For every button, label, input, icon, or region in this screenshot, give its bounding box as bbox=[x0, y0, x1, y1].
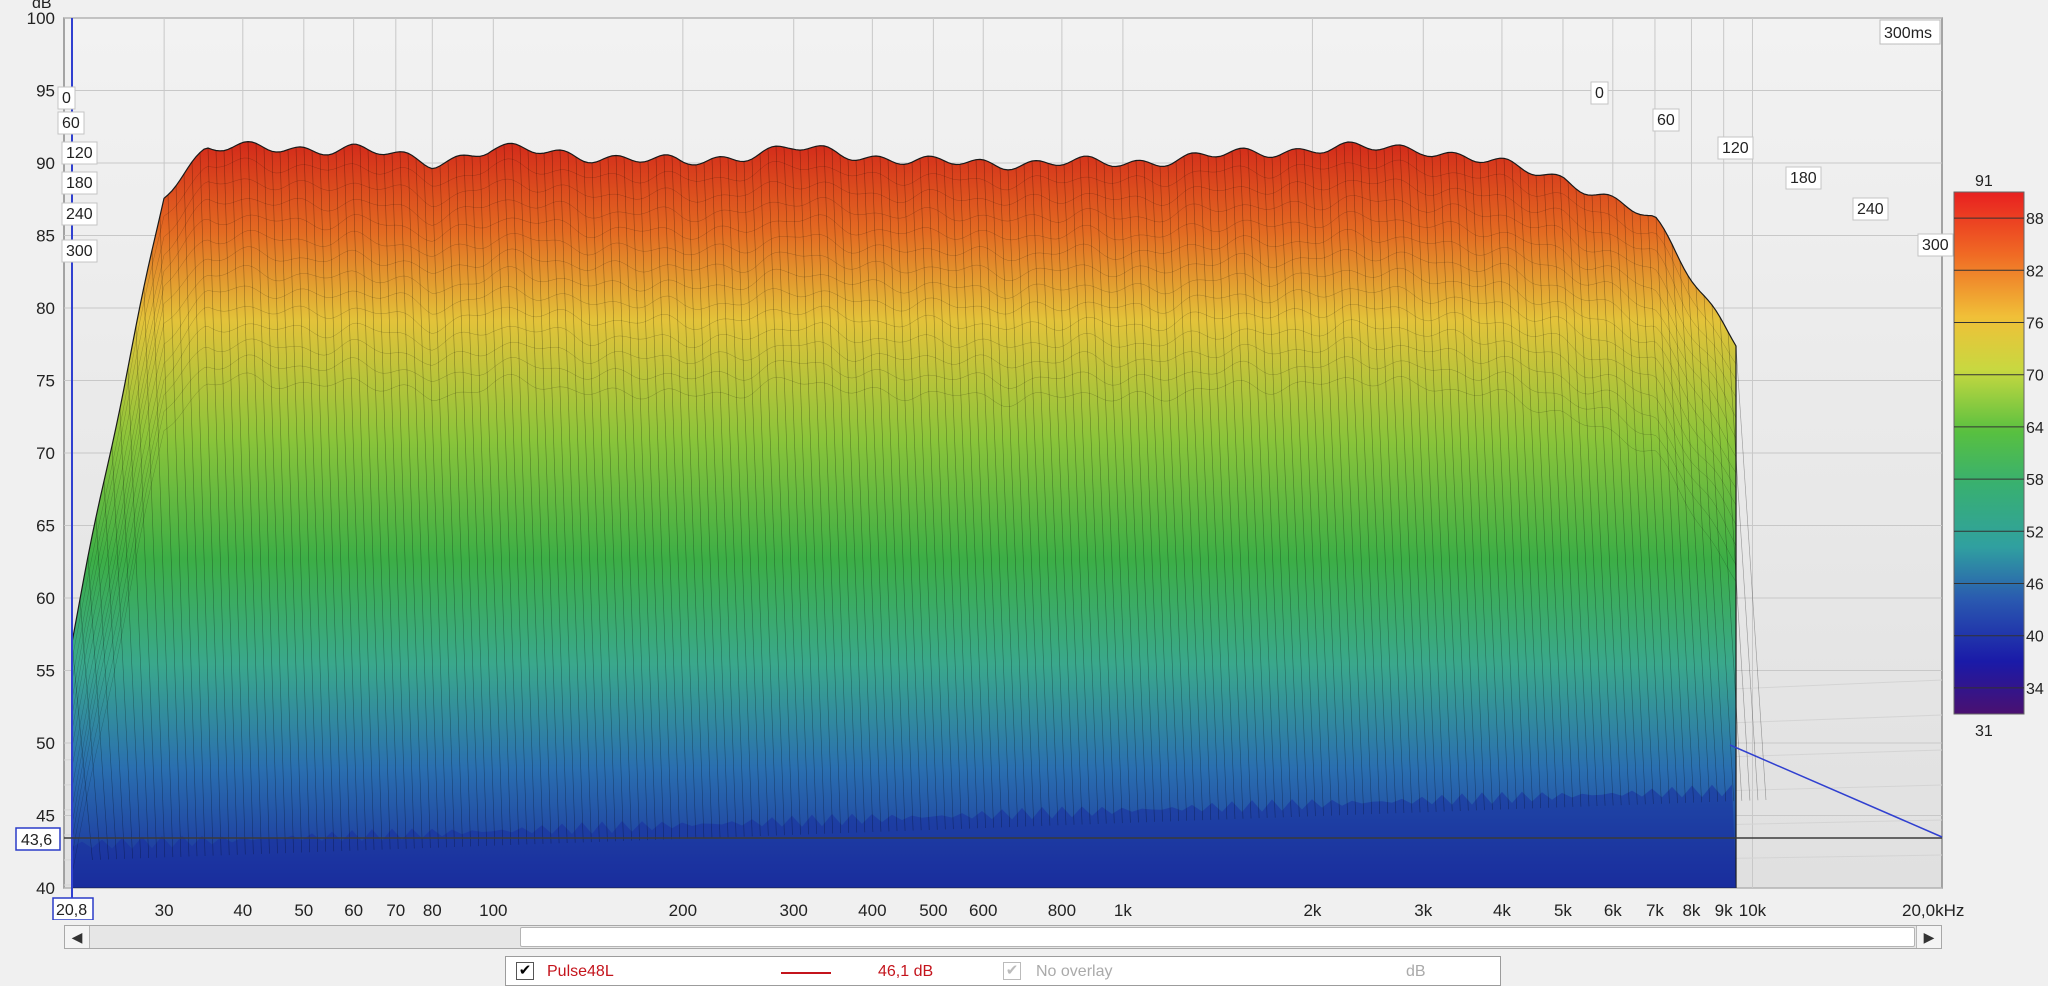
y-unit-label: dB bbox=[32, 0, 52, 12]
x-tick-label: 400 bbox=[858, 901, 886, 920]
x-tick-label: 70 bbox=[386, 901, 405, 920]
x-tick-label: 60 bbox=[344, 901, 363, 920]
x-tick-label: 100 bbox=[479, 901, 507, 920]
colorbar-tick-label: 52 bbox=[2026, 524, 2044, 541]
overlay-checkbox[interactable]: ✔ bbox=[1003, 962, 1021, 980]
overlay-label: No overlay bbox=[1036, 963, 1113, 980]
colorbar-tick-label: 70 bbox=[2026, 368, 2044, 385]
y-tick-label: 75 bbox=[36, 372, 55, 391]
scroll-right-arrow[interactable]: ▶ bbox=[1916, 926, 1941, 948]
time-front-tick-label: 120 bbox=[66, 145, 93, 162]
x-tick-label: 800 bbox=[1048, 901, 1076, 920]
time-front-tick-label: 300 bbox=[66, 243, 93, 260]
trace-color-line bbox=[781, 972, 831, 974]
x-tick-label: 30 bbox=[155, 901, 174, 920]
surface-fill bbox=[71, 140, 1737, 888]
x-tick-label: 10k bbox=[1739, 901, 1767, 920]
x-tick-label: 8k bbox=[1682, 901, 1700, 920]
time-corner-label: 300ms bbox=[1884, 25, 1932, 42]
y-tick-label: 70 bbox=[36, 444, 55, 463]
colorbar-tick-label: 88 bbox=[2026, 211, 2044, 228]
x-tick-label: 3k bbox=[1414, 901, 1432, 920]
trace-name[interactable]: Pulse48L bbox=[547, 963, 614, 981]
time-tick-label: 60 bbox=[1657, 112, 1675, 129]
scroll-left-arrow[interactable]: ◀ bbox=[65, 926, 90, 948]
colorbar-bottom-label: 31 bbox=[1975, 723, 1993, 740]
x-tick-label: 6k bbox=[1604, 901, 1622, 920]
time-front-tick-label: 180 bbox=[66, 175, 93, 192]
x-tick-label: 4k bbox=[1493, 901, 1511, 920]
x-tick-label: 50 bbox=[294, 901, 313, 920]
horizontal-scrollbar[interactable]: ◀ ▶ bbox=[64, 925, 1942, 949]
colorbar-tick-label: 58 bbox=[2026, 472, 2044, 489]
time-tick-label: 120 bbox=[1722, 140, 1749, 157]
cursor-value-label: 43,6 bbox=[21, 832, 52, 849]
time-front-tick-label: 0 bbox=[62, 90, 71, 107]
time-front-tick-label: 60 bbox=[62, 115, 80, 132]
colorbar-top-label: 91 bbox=[1975, 173, 1993, 190]
y-tick-label: 45 bbox=[36, 807, 55, 826]
overlay-unit: dB bbox=[1406, 963, 1426, 980]
y-tick-label: 50 bbox=[36, 734, 55, 753]
x-tick-label: 2k bbox=[1303, 901, 1321, 920]
time-tick-label: 240 bbox=[1857, 201, 1884, 218]
y-tick-label: 85 bbox=[36, 227, 55, 246]
x-tick-label: 300 bbox=[780, 901, 808, 920]
x-tick-label: 500 bbox=[919, 901, 947, 920]
colorbar-tick-label: 46 bbox=[2026, 577, 2044, 594]
x-tick-label: 200 bbox=[669, 901, 697, 920]
y-axis-labels: 404550556065707580859095100 bbox=[27, 9, 55, 898]
x-axis-labels: 30 40 50 60 70 80 100 200 300 400 500 600 800 1k 2k 3k 4… bbox=[155, 901, 1767, 920]
waterfall-plot[interactable]: 40 45 50 55 60 65 70 75 80 85 90 95 100 dB 30 40 50 60 7… bbox=[0, 0, 2048, 920]
x-tick-label: 5k bbox=[1554, 901, 1572, 920]
x-tick-label: 9k bbox=[1715, 901, 1733, 920]
y-tick-label: 60 bbox=[36, 589, 55, 608]
colorbar: 91 88 82 76 70 64 58 52 46 40 34 31 bbox=[1953, 173, 2044, 740]
y-tick-label: 65 bbox=[36, 517, 55, 536]
trace-legend-bar: ✔ Pulse48L 46,1 dB ✔ No overlay dB bbox=[505, 956, 1501, 986]
x-tick-label: 7k bbox=[1646, 901, 1664, 920]
y-tick-label: 40 bbox=[36, 879, 55, 898]
scrollbar-thumb[interactable] bbox=[520, 927, 1915, 947]
time-tick-label: 180 bbox=[1790, 170, 1817, 187]
waterfall-surface bbox=[71, 140, 1737, 888]
x-tick-label: 40 bbox=[233, 901, 252, 920]
x-tick-label: 80 bbox=[423, 901, 442, 920]
time-tick-label: 300 bbox=[1922, 237, 1949, 254]
y-tick-label: 55 bbox=[36, 662, 55, 681]
x-end-label: 20,0kHz bbox=[1902, 901, 1964, 920]
trace-visible-checkbox[interactable]: ✔ bbox=[516, 962, 534, 980]
y-tick-label: 80 bbox=[36, 299, 55, 318]
x-start-label: 20,8 bbox=[56, 902, 87, 919]
colorbar-tick-label: 34 bbox=[2026, 681, 2044, 698]
y-tick-label: 90 bbox=[36, 154, 55, 173]
x-tick-label: 600 bbox=[969, 901, 997, 920]
colorbar-tick-label: 40 bbox=[2026, 629, 2044, 646]
trace-value: 46,1 dB bbox=[878, 963, 934, 980]
colorbar-tick-label: 76 bbox=[2026, 316, 2044, 333]
x-tick-label: 1k bbox=[1114, 901, 1132, 920]
colorbar-tick-label: 64 bbox=[2026, 420, 2044, 437]
time-tick-label: 0 bbox=[1595, 85, 1604, 102]
time-front-tick-label: 240 bbox=[66, 206, 93, 223]
colorbar-tick-label: 82 bbox=[2026, 263, 2044, 280]
y-tick-label: 95 bbox=[36, 82, 55, 101]
